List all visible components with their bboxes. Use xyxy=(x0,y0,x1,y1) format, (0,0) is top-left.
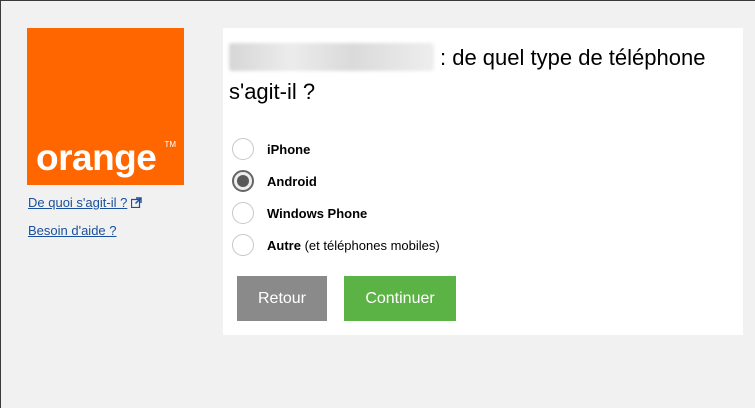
continue-button[interactable]: Continuer xyxy=(344,276,456,321)
phone-number-redacted xyxy=(229,43,434,71)
radio-iphone[interactable] xyxy=(232,138,254,160)
external-link-icon xyxy=(131,197,143,208)
what-is-it-link[interactable]: De quoi s'agit-il ? xyxy=(28,195,143,210)
option-android-label: Android xyxy=(267,173,317,189)
orange-logo: orange TM xyxy=(27,28,184,185)
radio-windows-phone[interactable] xyxy=(232,202,254,224)
option-other-label: Autre xyxy=(267,237,301,253)
question-title: : de quel type de téléphone s'agit-il ? xyxy=(229,41,737,109)
phone-type-card: : de quel type de téléphone s'agit-il ? … xyxy=(223,28,743,335)
option-other[interactable]: Autre (et téléphones mobiles) xyxy=(232,229,440,261)
option-windows-phone-label: Windows Phone xyxy=(267,205,368,221)
option-iphone-label: iPhone xyxy=(267,141,311,157)
logo-wordmark: orange xyxy=(36,137,157,178)
help-link[interactable]: Besoin d'aide ? xyxy=(28,223,117,238)
logo-trademark: TM xyxy=(164,140,176,149)
phone-type-options: iPhone Android Windows Phone Autre (et t… xyxy=(232,133,440,261)
radio-other[interactable] xyxy=(232,234,254,256)
option-android[interactable]: Android xyxy=(232,165,440,197)
option-windows-phone[interactable]: Windows Phone xyxy=(232,197,440,229)
option-iphone[interactable]: iPhone xyxy=(232,133,440,165)
back-button[interactable]: Retour xyxy=(237,276,327,321)
radio-android[interactable] xyxy=(232,170,254,192)
what-is-it-link-label: De quoi s'agit-il ? xyxy=(28,195,128,210)
help-link-label: Besoin d'aide ? xyxy=(28,223,117,238)
option-other-note: (et téléphones mobiles) xyxy=(300,237,440,253)
